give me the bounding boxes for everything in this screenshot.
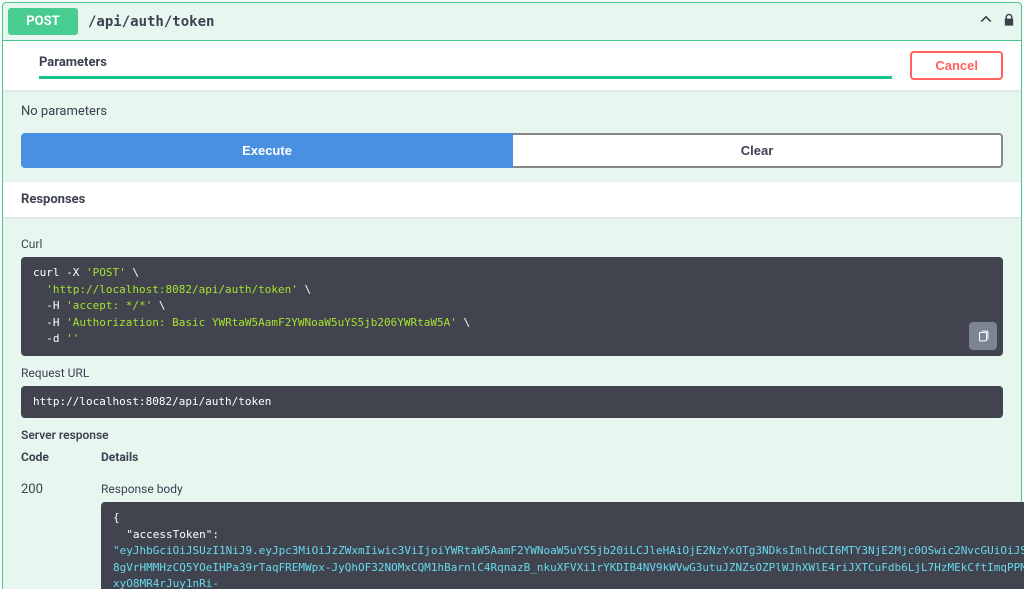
- responses-section-header: Responses: [3, 182, 1021, 217]
- lock-icon[interactable]: [1002, 12, 1016, 32]
- endpoint-path: /api/auth/token: [88, 14, 970, 30]
- http-method-badge: POST: [8, 8, 78, 35]
- response-body-block: { "accessToken": "eyJhbGciOiJSUzI1NiJ9.e…: [101, 502, 1024, 589]
- copy-curl-button[interactable]: [969, 322, 997, 350]
- response-body-label: Response body: [101, 482, 1024, 496]
- clear-button[interactable]: Clear: [513, 133, 1003, 168]
- no-parameters-text: No parameters: [3, 90, 1021, 133]
- details-column-header: Details: [101, 450, 1024, 464]
- responses-content: Curl curl -X 'POST' \ 'http://localhost:…: [3, 217, 1021, 589]
- parameters-tab[interactable]: Parameters: [39, 55, 892, 79]
- request-url-block: http://localhost:8082/api/auth/token: [21, 386, 1003, 419]
- operation-body: Parameters Cancel No parameters Execute …: [3, 41, 1021, 589]
- request-url-label: Request URL: [21, 366, 1003, 380]
- code-column-header: Code: [21, 450, 73, 464]
- curl-code-block: curl -X 'POST' \ 'http://localhost:8082/…: [21, 257, 1003, 356]
- api-operation-block: POST /api/auth/token Parameters Cancel N…: [2, 2, 1022, 589]
- status-code: 200: [21, 482, 73, 497]
- response-table: Code 200 Details Response body { "access…: [21, 450, 1003, 589]
- action-button-row: Execute Clear: [3, 133, 1021, 182]
- curl-label: Curl: [21, 237, 1003, 251]
- endpoint-summary[interactable]: POST /api/auth/token: [3, 3, 1021, 41]
- cancel-button[interactable]: Cancel: [910, 51, 1003, 80]
- server-response-label: Server response: [21, 428, 1003, 442]
- parameters-section-header: Parameters Cancel: [3, 41, 1021, 90]
- chevron-up-icon[interactable]: [978, 12, 994, 32]
- execute-button[interactable]: Execute: [21, 133, 513, 168]
- responses-heading: Responses: [21, 192, 1003, 207]
- copy-icon: [976, 329, 990, 343]
